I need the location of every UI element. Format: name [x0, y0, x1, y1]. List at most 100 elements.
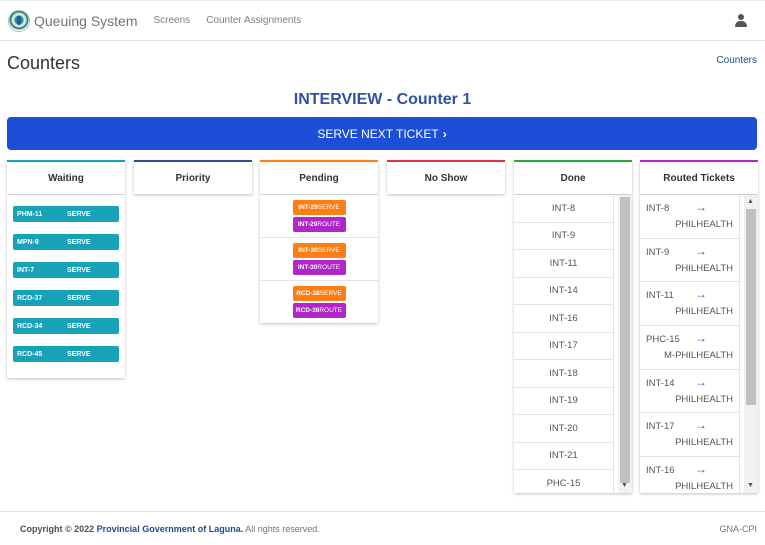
pending-serve-button[interactable]: RCD-38 SERVE — [292, 286, 346, 301]
waiting-ticket-button[interactable]: MPN-9 SERVE — [13, 234, 119, 250]
routed-ticket-item: INT-9 → PHILHEALTH — [640, 238, 740, 283]
routed-ticket-item: INT-17 → PHILHEALTH — [640, 413, 740, 458]
arrow-right-icon: → — [695, 200, 707, 214]
ticket-number: PHM-11 — [17, 210, 43, 218]
done-ticket-item: INT-21 — [514, 442, 614, 470]
serve-label: SERVE — [67, 210, 91, 218]
routed-tickets-column-header: Routed Tickets — [640, 160, 758, 194]
done-scrollbar-thumb[interactable] — [620, 197, 630, 483]
priority-column-header: Priority — [134, 160, 252, 194]
footer-right-text: GNA-CPI — [719, 523, 757, 534]
pending-ticket-group: INT-29 SERVE INT-29 ROUTE — [260, 195, 378, 238]
pending-route-button[interactable]: RCD-38 ROUTE — [292, 303, 346, 318]
ticket-number: RCD-34 — [17, 322, 43, 330]
route-destination: PHILHEALTH — [675, 481, 733, 493]
arrow-right-icon: → — [695, 243, 707, 258]
ticket-number: INT-17 — [646, 421, 675, 433]
nav-link-counter-assignments[interactable]: Counter Assignments — [206, 15, 301, 26]
waiting-ticket-button[interactable]: RCD-45 SERVE — [13, 346, 119, 362]
waiting-ticket-button[interactable]: PHM-11 SERVE — [13, 206, 119, 222]
footer-copyright: Copyright © 2022 Provincial Government o… — [20, 524, 320, 534]
chevron-right-icon: › — [442, 126, 447, 141]
routed-ticket-item: INT-11 → PHILHEALTH — [640, 282, 740, 327]
route-label: ROUTE — [319, 307, 343, 314]
done-list-container[interactable]: INT-8 INT-9 INT-11 INT-14 INT-16 INT-17 INT-18… — [514, 195, 632, 493]
ticket-number: MPN-9 — [17, 238, 39, 246]
pending-column-header: Pending — [260, 160, 378, 194]
serve-label: SERVE — [317, 204, 340, 211]
serve-label: SERVE — [67, 350, 91, 358]
pending-serve-button[interactable]: INT-29 SERVE — [292, 200, 346, 215]
ticket-number: INT-14 — [646, 377, 675, 389]
done-ticket-item: INT-8 — [514, 195, 614, 223]
brand-title[interactable]: Queuing System — [34, 13, 138, 29]
serve-label: SERVE — [67, 266, 91, 274]
done-ticket-item: INT-18 — [514, 360, 614, 388]
ticket-number: INT-29 — [298, 204, 318, 211]
routed-list-container[interactable]: INT-8 → PHILHEALTH INT-9 → PHILHEALTH INT-11 → P… — [640, 195, 758, 493]
done-ticket-item: INT-20 — [514, 415, 614, 443]
serve-label: SERVE — [67, 238, 91, 246]
nav-link-screens[interactable]: Screens — [154, 15, 191, 26]
route-destination: PHILHEALTH — [675, 437, 733, 449]
done-list: INT-8 INT-9 INT-11 INT-14 INT-16 INT-17 INT-18… — [514, 195, 614, 493]
pending-serve-button[interactable]: INT-30 SERVE — [292, 243, 346, 258]
serve-label: SERVE — [317, 247, 340, 254]
route-destination: PHILHEALTH — [675, 393, 733, 405]
done-scrollbar[interactable]: ▼ — [618, 195, 632, 493]
arrow-right-icon: → — [695, 418, 707, 433]
routed-ticket-item: INT-14 → PHILHEALTH — [640, 369, 740, 414]
routed-scrollbar[interactable]: ▲ ▼ — [744, 195, 758, 493]
top-navbar: Queuing System Screens Counter Assignmen… — [0, 0, 765, 41]
routed-ticket-item: PHC-15 → M-PHILHEALTH — [640, 326, 740, 370]
route-destination: PHILHEALTH — [675, 306, 733, 318]
rights-text: All rights reserved. — [245, 523, 320, 534]
no-show-column: No Show — [387, 160, 505, 194]
user-icon[interactable] — [735, 14, 747, 28]
pending-route-button[interactable]: INT-30 ROUTE — [292, 260, 346, 275]
scroll-down-icon[interactable]: ▼ — [621, 482, 628, 490]
ticket-number: INT-30 — [298, 247, 318, 254]
serve-next-ticket-button[interactable]: SERVE NEXT TICKET › — [7, 117, 757, 150]
ticket-number: RCD-38 — [295, 307, 320, 314]
waiting-column-header: Waiting — [7, 160, 125, 194]
waiting-ticket-button[interactable]: RCD-37 SERVE — [13, 290, 119, 306]
arrow-right-icon: → — [695, 462, 707, 477]
logo-icon[interactable] — [8, 9, 30, 32]
no-show-column-header: No Show — [387, 160, 505, 194]
done-ticket-item: INT-14 — [514, 277, 614, 305]
ticket-number: INT-16 — [646, 465, 675, 477]
arrow-right-icon: → — [695, 331, 707, 346]
pending-ticket-group: INT-30 SERVE INT-30 ROUTE — [260, 238, 378, 281]
routed-scrollbar-thumb[interactable] — [746, 209, 756, 405]
serve-next-label: SERVE NEXT TICKET — [317, 126, 439, 141]
ticket-number: INT-8 — [646, 203, 670, 214]
org-link[interactable]: Provincial Government of Laguna. — [97, 524, 244, 534]
breadcrumb[interactable]: Counters — [716, 55, 757, 66]
serve-label: SERVE — [67, 322, 91, 330]
scroll-down-icon[interactable]: ▼ — [747, 482, 754, 490]
copyright-text: Copyright © 2022 — [20, 523, 95, 534]
route-destination: PHILHEALTH — [675, 219, 733, 230]
done-ticket-item: INT-17 — [514, 332, 614, 360]
ticket-number: INT-11 — [646, 290, 674, 302]
waiting-ticket-button[interactable]: INT-7 SERVE — [13, 262, 119, 278]
counter-title: INTERVIEW - Counter 1 — [293, 91, 472, 108]
pending-list: INT-29 SERVE INT-29 ROUTE INT-30 SERVE INT-30 R… — [260, 195, 378, 323]
pending-route-button[interactable]: INT-29 ROUTE — [292, 217, 346, 232]
ticket-number: INT-30 — [297, 264, 318, 271]
routed-ticket-item: INT-16 → PHILHEALTH — [640, 457, 740, 493]
waiting-ticket-button[interactable]: RCD-34 SERVE — [13, 318, 119, 334]
pending-ticket-group: RCD-38 SERVE RCD-38 ROUTE — [260, 281, 378, 323]
route-label: ROUTE — [317, 221, 341, 228]
serve-label: SERVE — [319, 290, 342, 297]
footer: Copyright © 2022 Provincial Government o… — [0, 511, 765, 545]
done-ticket-item: INT-11 — [514, 250, 614, 278]
waiting-column: Waiting PHM-11 SERVE MPN-9 SERVE INT-7 SERVE R… — [7, 160, 125, 378]
scroll-up-icon[interactable]: ▲ — [747, 198, 754, 206]
route-destination: M-PHILHEALTH — [664, 350, 733, 362]
ticket-number: RCD-38 — [296, 290, 320, 297]
arrow-right-icon: → — [695, 374, 707, 389]
ticket-number: INT-9 — [646, 246, 670, 258]
routed-ticket-item: INT-8 → PHILHEALTH — [640, 195, 740, 239]
